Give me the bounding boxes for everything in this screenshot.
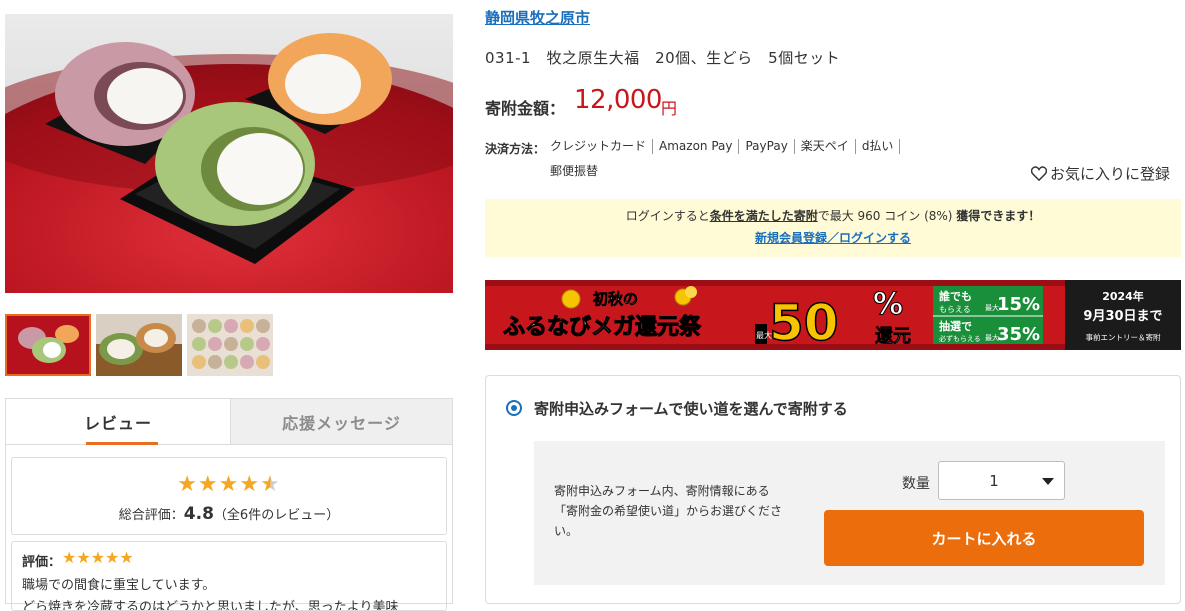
review-item: 評価： ★★★★★ 職場での間食に重宝しています。 どら焼きを冷蔵するのはどうか… [11, 541, 447, 611]
banner-lottery-2: 必ずもらえる [939, 334, 981, 343]
main-product-photo [5, 14, 453, 293]
banner-everyone-1: 誰でも [939, 289, 972, 303]
payment-method-paypay: PayPay [739, 139, 795, 154]
banner-year: 2024年 [1102, 289, 1144, 303]
thumbnail-3[interactable] [187, 314, 273, 376]
overall-rating: 総合評価：4.8（全6件のレビュー） [12, 504, 446, 524]
payment-label: 決済方法： [485, 142, 546, 156]
thumbnail-1[interactable] [5, 314, 91, 376]
review-count: （全6件のレビュー） [213, 508, 340, 523]
thumbnail-2[interactable] [96, 314, 182, 376]
tab-cheer-label: 応援メッセージ [282, 413, 401, 433]
banner-lottery-1: 抽選で [939, 319, 972, 333]
price-value: 12,000 [574, 85, 662, 115]
rating-stars: ★★★★★ [12, 472, 446, 497]
campaign-banner[interactable]: 初秋の ふるなびメガ還元祭 最大 50 % 還元 誰でも もらえる 最大 15%… [485, 280, 1181, 350]
rating-stars-full: ★★★★ [177, 472, 261, 497]
banner-entry: 事前エントリー＆寄附 [1086, 332, 1161, 342]
login-notice-suffix: で最大 960 コイン (8%) [817, 209, 957, 223]
review-tabs: レビュー 応援メッセージ [5, 398, 453, 445]
payment-method-rakuten-pay: 楽天ペイ [795, 139, 856, 154]
price-label: 寄附金額： [485, 99, 566, 118]
review-rating-label: 評価： [22, 555, 62, 570]
product-name: 031-1 牧之原生大福 20個、生どら 5個セット [485, 49, 841, 67]
favorite-button[interactable]: お気に入りに登録 [1031, 163, 1170, 184]
review-text-line-1: 職場での間食に重宝しています。 [22, 578, 216, 593]
login-notice: ログインすると条件を満たした寄附で最大 960 コイン (8%) 獲得できます！… [485, 199, 1181, 257]
banner-return: 還元 [875, 326, 911, 347]
banner-everyone-2: もらえる [939, 305, 971, 314]
municipality-link[interactable]: 静岡県牧之原市 [485, 7, 590, 28]
overall-label: 総合評価： [118, 508, 184, 523]
condition-link[interactable]: 条件を満たした寄附 [710, 209, 818, 223]
banner-title: ふるなびメガ還元祭 [503, 314, 702, 340]
banner-lottery-pct: 35% [997, 324, 1040, 345]
payment-method-amazon-pay: Amazon Pay [653, 139, 740, 154]
review-stars: ★★★★★ [62, 548, 134, 567]
banner-percent-sign: % [873, 287, 903, 322]
quantity-value: 1 [989, 472, 999, 490]
banner-season: 初秋の [593, 290, 638, 308]
donation-option-radio[interactable] [506, 400, 522, 416]
login-register-row: 新規会員登録／ログインする [485, 229, 1181, 246]
banner-everyone-pct: 15% [997, 294, 1040, 315]
review-summary: ★★★★★ 総合評価：4.8（全6件のレビュー） [11, 457, 447, 535]
tab-review[interactable]: レビュー [6, 399, 230, 445]
tab-review-label: レビュー [83, 413, 152, 433]
donation-instruction: 寄附申込みフォーム内、寄附情報にある「寄附金の希望使い道」からお選びください。 [554, 484, 783, 538]
login-notice-earn: 獲得できます！ [956, 209, 1041, 223]
donation-form-inner: 寄附申込みフォーム内、寄附情報にある「寄附金の希望使い道」からお選びください。 … [534, 441, 1165, 585]
payment-method-postal-transfer: 郵便振替 [550, 164, 599, 178]
tab-cheer-messages[interactable]: 応援メッセージ [230, 399, 452, 444]
login-notice-prefix: ログインすると [625, 209, 710, 223]
quantity-label: 数量 [902, 476, 930, 492]
overall-score: 4.8 [183, 504, 214, 524]
quantity-select[interactable]: 1 [938, 461, 1065, 500]
payment-method-d-barai: d払い [856, 139, 901, 154]
add-to-cart-button[interactable]: カートに入れる [824, 510, 1144, 566]
heart-icon [1031, 166, 1047, 181]
banner-percent: 50 [769, 294, 839, 350]
favorite-label: お気に入りに登録 [1050, 165, 1171, 183]
payment-method-credit-card: クレジットカード [548, 139, 654, 154]
donation-form-box: 寄附申込みフォームで使い道を選んで寄附する 寄附申込みフォーム内、寄附情報にある… [485, 375, 1181, 604]
payment-methods: クレジットカード Amazon Pay PayPay 楽天ペイ d払い [548, 139, 901, 154]
price-unit: 円 [661, 99, 678, 118]
banner-date: 9月30日まで [1083, 309, 1162, 324]
chevron-down-icon [1042, 478, 1054, 485]
rating-star-half: ★ [260, 472, 281, 497]
donation-option-label[interactable]: 寄附申込みフォームで使い道を選んで寄附する [534, 398, 848, 419]
login-notice-text: ログインすると条件を満たした寄附で最大 960 コイン (8%) 獲得できます！ [485, 207, 1181, 224]
register-login-link[interactable]: 新規会員登録／ログインする [755, 231, 911, 245]
